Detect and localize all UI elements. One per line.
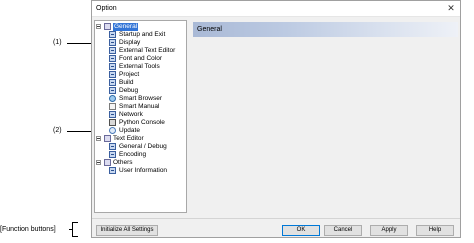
- ok-button[interactable]: OK: [282, 225, 320, 236]
- settings-page-icon: [109, 111, 116, 118]
- settings-page-icon: [109, 143, 116, 150]
- callout-buttons-label: [Function buttons]: [0, 226, 56, 233]
- button-area-separator: [92, 218, 460, 219]
- collapse-icon[interactable]: [96, 136, 101, 141]
- cancel-button[interactable]: Cancel: [324, 225, 362, 236]
- tree-item-label: Python Console: [119, 119, 165, 126]
- tree-item-label: Startup and Exit: [119, 31, 166, 38]
- globe-icon: [109, 95, 116, 102]
- tree-node-label: Text Editor: [113, 135, 144, 142]
- tree-node-label: Others: [113, 159, 133, 166]
- callout-buttons-bracket: [72, 222, 73, 236]
- tree-item-label: Network: [119, 111, 143, 118]
- tree-node-label: General: [113, 23, 139, 31]
- settings-page-icon: [109, 87, 116, 94]
- apply-button[interactable]: Apply: [370, 225, 408, 236]
- tree-item-label: External Tools: [119, 63, 160, 70]
- callout-buttons-line: [69, 229, 72, 230]
- settings-page-icon: [109, 63, 116, 70]
- title-bar: Option ✕: [92, 1, 460, 17]
- settings-page-icon: [109, 31, 116, 38]
- category-tree[interactable]: General Startup and Exit Display Externa…: [94, 20, 187, 213]
- tree-item-label: Project: [119, 71, 140, 78]
- folder-icon: [104, 159, 111, 166]
- close-icon[interactable]: ✕: [446, 3, 456, 13]
- callout-buttons-bracket-top: [72, 222, 78, 223]
- manual-icon: [109, 103, 116, 110]
- collapse-icon[interactable]: [96, 24, 101, 29]
- tree-item-label: User Information: [119, 167, 168, 174]
- tree-item-label: Smart Browser: [119, 95, 162, 102]
- tree-item-label: External Text Editor: [119, 47, 176, 54]
- settings-page-icon: [109, 79, 116, 86]
- settings-page-icon: [109, 151, 116, 158]
- help-button[interactable]: Help: [416, 225, 454, 236]
- tree-item-label: Font and Color: [119, 55, 162, 62]
- option-dialog: Option ✕ General Startup and Exit Displa…: [91, 0, 461, 238]
- callout-buttons-bracket-bottom: [72, 236, 78, 237]
- tree-item-label: Debug: [119, 87, 139, 94]
- dialog-title: Option: [96, 5, 117, 12]
- collapse-icon[interactable]: [96, 160, 101, 165]
- settings-page-icon: [109, 55, 116, 62]
- callout-panel-label: (2): [53, 127, 62, 134]
- tree-item-label: Encoding: [119, 151, 147, 158]
- tree-item-label: Update: [119, 127, 140, 134]
- tree-item-label: Build: [119, 79, 134, 86]
- tree-item-label: General / Debug: [119, 143, 167, 150]
- folder-icon: [104, 23, 111, 30]
- settings-page-icon: [109, 47, 116, 54]
- settings-page-icon: [109, 71, 116, 78]
- initialize-all-settings-button[interactable]: Initialize All Settings: [96, 225, 158, 236]
- tree-item-label: Display: [119, 39, 141, 46]
- settings-panel-header: General: [193, 22, 458, 37]
- tree-item-label: Smart Manual: [119, 103, 160, 110]
- settings-page-icon: [109, 39, 116, 46]
- console-icon: [109, 119, 116, 126]
- folder-icon: [104, 135, 111, 142]
- settings-page-icon: [109, 167, 116, 174]
- settings-panel-title: General: [197, 26, 222, 33]
- update-icon: [109, 127, 116, 134]
- callout-tree-label: (1): [53, 39, 62, 46]
